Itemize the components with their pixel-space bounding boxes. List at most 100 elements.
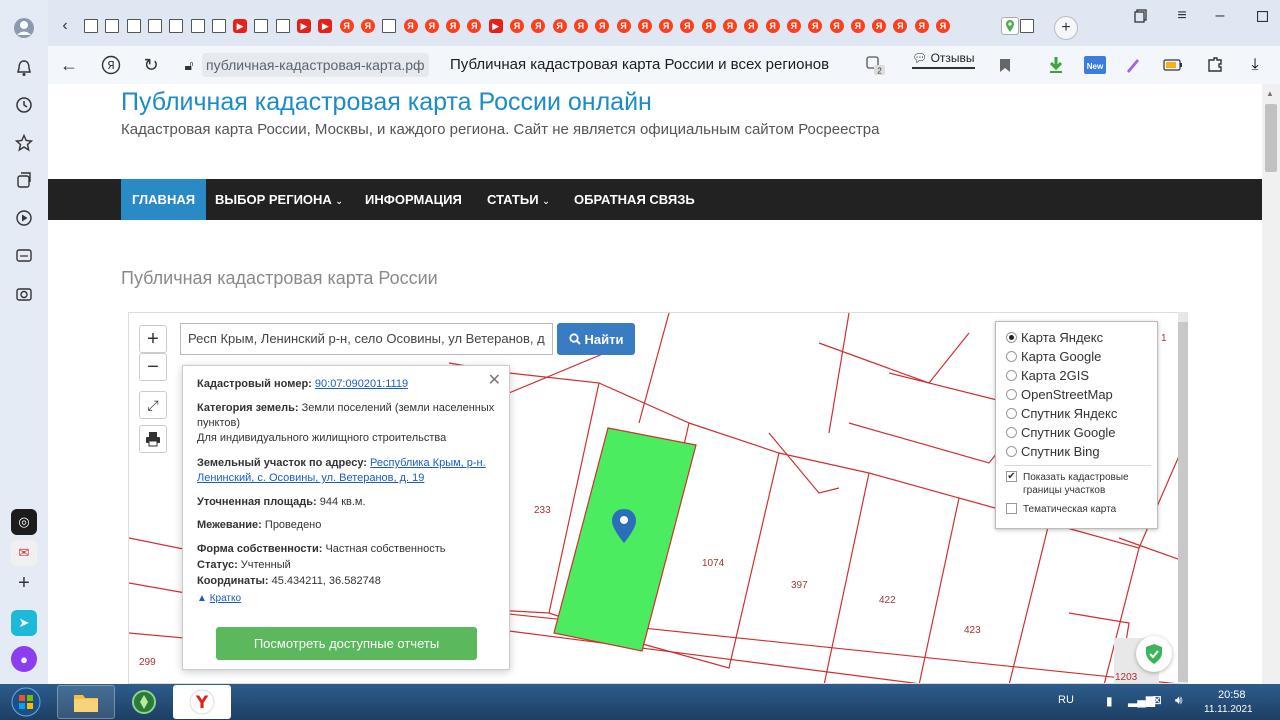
menu-icon[interactable]: ≡ bbox=[1170, 4, 1194, 28]
page-scrollbar[interactable]: ▲ bbox=[1262, 84, 1280, 684]
tabs-back-icon[interactable]: ‹ bbox=[52, 13, 78, 39]
tab-favicon-icon[interactable]: Я bbox=[403, 19, 418, 33]
view-reports-button[interactable]: Посмотреть доступные отчеты bbox=[216, 627, 477, 660]
layer-google-satellite[interactable]: Спутник Google bbox=[1006, 423, 1116, 442]
tab-favicon-icon[interactable] bbox=[190, 19, 205, 33]
alice-voice-icon[interactable]: ● bbox=[11, 646, 37, 672]
downloads-icon[interactable]: ⤓ bbox=[1244, 54, 1266, 76]
bell-icon[interactable] bbox=[10, 54, 38, 82]
shield-icon[interactable] bbox=[1136, 636, 1172, 672]
url-page-title[interactable]: Публичная кадастровая карта России и все… bbox=[450, 53, 829, 77]
signal-tray-icon[interactable]: ▂▄▆ bbox=[1128, 693, 1155, 707]
layer-bing-satellite[interactable]: Спутник Bing bbox=[1006, 442, 1100, 461]
tab-favicon-icon[interactable]: Я bbox=[467, 19, 482, 33]
network-tray-icon[interactable]: ⊠ bbox=[1152, 693, 1162, 707]
tab-favicon-icon[interactable]: Я bbox=[850, 19, 865, 33]
scroll-up-icon[interactable]: ▲ bbox=[1266, 89, 1274, 98]
profile-icon[interactable] bbox=[10, 14, 38, 42]
zoom-out-button[interactable]: − bbox=[139, 353, 167, 381]
tab-favicon-icon[interactable]: Я bbox=[701, 19, 716, 33]
tab-favicon-icon[interactable]: Я bbox=[808, 19, 823, 33]
collapse-link[interactable]: ▲ Кратко bbox=[197, 591, 497, 606]
nav-region-select[interactable]: ВЫБОР РЕГИОНА ⌄ bbox=[204, 179, 354, 220]
layer-yandex-satellite[interactable]: Спутник Яндекс bbox=[1006, 404, 1117, 423]
tab-favicon-icon[interactable]: Я bbox=[723, 19, 737, 33]
clock-date[interactable]: 11.11.2021 bbox=[1204, 704, 1253, 715]
tab-favicon-icon[interactable]: Я bbox=[936, 19, 950, 33]
tab-favicon-icon[interactable]: Я bbox=[680, 19, 695, 33]
tab-favicon-icon[interactable] bbox=[211, 19, 226, 33]
tab-counter-icon[interactable]: 2 bbox=[864, 54, 886, 76]
nav-articles[interactable]: СТАТЬИ ⌄ bbox=[476, 179, 561, 220]
tab-favicon-icon[interactable]: Я bbox=[552, 19, 567, 33]
site-title[interactable]: Публичная кадастровая карта России онлай… bbox=[121, 88, 652, 117]
tab-favicon-icon[interactable]: Я bbox=[424, 19, 439, 33]
language-indicator[interactable]: RU bbox=[1058, 694, 1074, 706]
cadastral-map[interactable]: + − ⤢ Респ Крым, Ленинский р-н, село Осо… bbox=[128, 312, 1188, 684]
tab-favicon-icon[interactable]: ▶ bbox=[318, 19, 333, 33]
tab-favicon-icon[interactable]: ▶ bbox=[233, 19, 248, 33]
map-scrollbar[interactable] bbox=[1178, 312, 1188, 684]
alice-app-icon[interactable]: ◎ bbox=[11, 509, 37, 535]
tab-favicon-icon[interactable] bbox=[147, 19, 162, 33]
reload-button[interactable]: ↻ bbox=[138, 52, 164, 78]
add-app-icon[interactable]: + bbox=[11, 570, 37, 596]
collections-icon[interactable] bbox=[10, 166, 38, 194]
tv-icon[interactable] bbox=[10, 242, 38, 270]
battery-tray-icon[interactable]: ▮ bbox=[1106, 694, 1113, 708]
download-manager-ext-icon[interactable] bbox=[1045, 54, 1067, 76]
bookmark-icon[interactable] bbox=[994, 54, 1016, 76]
tab-favicon-icon[interactable]: ▶ bbox=[297, 19, 311, 33]
tab-favicon-icon[interactable]: Я bbox=[659, 19, 674, 33]
tab-favicon-icon[interactable]: ▶ bbox=[488, 19, 503, 33]
tab-favicon-icon[interactable] bbox=[382, 19, 397, 33]
tab-favicon-icon[interactable]: Я bbox=[573, 19, 588, 33]
tab-favicon-icon[interactable] bbox=[254, 19, 269, 33]
tab-favicon-icon[interactable]: Я bbox=[446, 19, 461, 33]
back-button[interactable]: ← bbox=[56, 52, 82, 78]
tab-doc-icon[interactable] bbox=[1020, 19, 1034, 33]
messenger-app-icon[interactable]: ➤ bbox=[11, 610, 37, 636]
tab-favicon-icon[interactable] bbox=[275, 19, 290, 33]
explorer-taskbar-icon[interactable] bbox=[57, 685, 115, 719]
fullscreen-button[interactable]: ⤢ bbox=[139, 391, 167, 419]
map-scrollbar-thumb[interactable] bbox=[1178, 322, 1188, 682]
page-scrollbar-thumb[interactable] bbox=[1265, 104, 1277, 172]
app-taskbar-icon[interactable] bbox=[115, 685, 173, 719]
show-cadastral-checkbox[interactable]: ✔ Показать кадастровые границы участков bbox=[1006, 471, 1143, 497]
pen-ext-icon[interactable] bbox=[1122, 54, 1144, 76]
layer-google-map[interactable]: Карта Google bbox=[1006, 347, 1101, 366]
url-domain[interactable]: публичная-кадастровая-карта.рф bbox=[202, 53, 429, 77]
active-tab-map-icon[interactable] bbox=[1001, 17, 1019, 35]
tab-favicon-icon[interactable]: Я bbox=[893, 19, 908, 33]
tab-favicon-icon[interactable]: Я bbox=[339, 19, 354, 33]
maximize-button[interactable] bbox=[1250, 4, 1274, 28]
extensions-icon[interactable] bbox=[1204, 54, 1226, 76]
tab-favicon-icon[interactable] bbox=[84, 19, 98, 33]
nav-feedback[interactable]: ОБРАТНАЯ СВЯЗЬ bbox=[563, 179, 706, 220]
yandex-home-icon[interactable]: Я bbox=[98, 52, 124, 78]
tab-favicon-icon[interactable]: Я bbox=[616, 19, 631, 33]
tab-favicon-icon[interactable]: Я bbox=[744, 19, 759, 33]
nav-home[interactable]: ГЛАВНАЯ bbox=[121, 179, 207, 220]
tab-favicon-icon[interactable] bbox=[169, 19, 184, 33]
nav-information[interactable]: ИНФОРМАЦИЯ bbox=[354, 179, 473, 220]
thematic-map-checkbox[interactable]: Тематическая карта bbox=[1006, 503, 1116, 516]
cadastral-number-link[interactable]: 90:07:090201:1119 bbox=[315, 378, 408, 390]
tab-favicon-icon[interactable] bbox=[105, 19, 120, 33]
camera-icon[interactable] bbox=[10, 280, 38, 308]
layer-yandex-map[interactable]: Карта Яндекс bbox=[1006, 328, 1103, 347]
find-button[interactable]: Найти bbox=[557, 323, 635, 355]
tab-favicon-icon[interactable]: Я bbox=[510, 19, 524, 33]
print-button[interactable] bbox=[139, 425, 167, 453]
bookmarks-window-icon[interactable] bbox=[1129, 4, 1153, 28]
lock-icon[interactable]: 🔓︎ bbox=[176, 52, 202, 78]
tab-favicon-icon[interactable]: Я bbox=[595, 19, 610, 33]
tab-favicon-icon[interactable]: Я bbox=[360, 19, 375, 33]
battery-ext-icon[interactable] bbox=[1162, 54, 1184, 76]
tab-favicon-icon[interactable] bbox=[126, 19, 141, 33]
zoom-in-button[interactable]: + bbox=[139, 325, 167, 353]
history-icon[interactable] bbox=[10, 91, 38, 119]
tab-favicon-icon[interactable]: Я bbox=[872, 19, 887, 33]
address-search-input[interactable]: Респ Крым, Ленинский р-н, село Осовины, … bbox=[180, 323, 553, 355]
